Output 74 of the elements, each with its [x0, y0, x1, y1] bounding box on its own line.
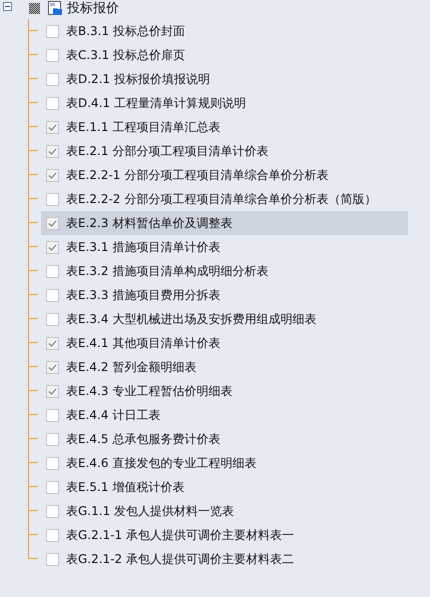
collapse-toggle[interactable]: [3, 2, 12, 11]
checkbox[interactable]: [46, 408, 59, 422]
checkbox[interactable]: [46, 360, 59, 374]
checkbox[interactable]: [46, 336, 59, 350]
checkbox[interactable]: [46, 288, 59, 302]
tree-item-label: 表B.3.1 投标总价封面: [66, 23, 185, 39]
tree-item-label: 表E.4.1 其他项目清单计价表: [66, 335, 220, 351]
tree-item[interactable]: 表E.4.3 专业工程暂估价明细表: [41, 379, 408, 403]
tree-item-label: 表D.4.1 工程量清单计算规则说明: [66, 95, 246, 111]
checkbox[interactable]: [46, 120, 59, 134]
tree-root-label[interactable]: 投标报价: [67, 1, 119, 16]
checkbox[interactable]: [46, 216, 59, 230]
tree-item[interactable]: 表E.1.1 工程项目清单汇总表: [41, 115, 408, 139]
tree-item[interactable]: 表G.1.1 发包人提供材料一览表: [41, 499, 408, 523]
checkbox[interactable]: [46, 384, 59, 398]
tree-item[interactable]: 表E.4.6 直接发包的专业工程明细表: [41, 451, 408, 475]
tree-item-label: 表G.2.1-1 承包人提供可调价主要材料表一: [66, 527, 294, 543]
checkbox[interactable]: [46, 240, 59, 254]
tree-item[interactable]: 表E.3.3 措施项目费用分拆表: [41, 283, 408, 307]
checkbox[interactable]: [46, 96, 59, 110]
tree-item-label: 表E.2.1 分部分项工程项目清单计价表: [66, 143, 268, 159]
checkbox[interactable]: [46, 48, 59, 62]
checkbox[interactable]: [46, 264, 59, 278]
tree-item[interactable]: 表E.3.1 措施项目清单计价表: [41, 235, 408, 259]
checkbox[interactable]: [46, 528, 59, 542]
checkbox[interactable]: [46, 192, 59, 206]
tree-item[interactable]: 表E.4.5 总承包服务费计价表: [41, 427, 408, 451]
report-folder-icon: [47, 0, 63, 16]
tree-item-label: 表E.4.6 直接发包的专业工程明细表: [66, 455, 256, 471]
checkbox[interactable]: [46, 24, 59, 38]
tree-item-label: 表G.2.1-2 承包人提供可调价主要材料表二: [66, 551, 294, 567]
tree-item-label: 表E.3.4 大型机械进出场及安拆费用组成明细表: [66, 311, 316, 327]
tree-item[interactable]: 表E.5.1 增值税计价表: [41, 475, 408, 499]
partial-checkbox[interactable]: [29, 3, 40, 14]
tree-item-label: 表E.1.1 工程项目清单汇总表: [66, 119, 220, 135]
checkbox[interactable]: [46, 72, 59, 86]
tree-item[interactable]: 表E.3.4 大型机械进出场及安拆费用组成明细表: [41, 307, 408, 331]
tree-item[interactable]: 表E.2.3 材料暂估单价及调整表: [41, 211, 408, 235]
tree-item-label: 表D.2.1 投标报价填报说明: [66, 71, 210, 87]
tree-item-label: 表E.4.2 暂列金额明细表: [66, 359, 196, 375]
tree-item[interactable]: 表E.3.2 措施项目清单构成明细分析表: [41, 259, 408, 283]
tree-item-label: 表E.2.3 材料暂估单价及调整表: [66, 215, 232, 231]
tree-item[interactable]: 表B.3.1 投标总价封面: [41, 19, 408, 43]
tree-item-label: 表E.5.1 增值税计价表: [66, 479, 184, 495]
tree-item-label: 表E.4.5 总承包服务费计价表: [66, 431, 220, 447]
tree-item-label: 表E.3.2 措施项目清单构成明细分析表: [66, 263, 268, 279]
tree-item[interactable]: 表E.4.4 计日工表: [41, 403, 408, 427]
tree-item[interactable]: 表E.4.1 其他项目清单计价表: [41, 331, 408, 355]
tree-item[interactable]: 表E.2.1 分部分项工程项目清单计价表: [41, 139, 408, 163]
checkbox[interactable]: [46, 504, 59, 518]
tree-item-label: 表E.3.1 措施项目清单计价表: [66, 239, 220, 255]
checkbox[interactable]: [46, 480, 59, 494]
tree-item-label: 表C.3.1 投标总价扉页: [66, 47, 186, 63]
checkbox[interactable]: [46, 552, 59, 566]
tree-item[interactable]: 表G.2.1-1 承包人提供可调价主要材料表一: [41, 523, 408, 547]
tree-item-label: 表E.2.2-2 分部分项工程项目清单综合单价分析表（简版）: [66, 191, 376, 207]
tree-item-label: 表G.1.1 发包人提供材料一览表: [66, 503, 234, 519]
checkbox[interactable]: [46, 432, 59, 446]
checkbox[interactable]: [46, 456, 59, 470]
checkbox[interactable]: [46, 312, 59, 326]
tree-item[interactable]: 表E.2.2-2 分部分项工程项目清单综合单价分析表（简版）: [41, 187, 408, 211]
tree-item[interactable]: 表C.3.1 投标总价扉页: [41, 43, 408, 67]
checkbox[interactable]: [46, 168, 59, 182]
tree-item-label: 表E.4.3 专业工程暂估价明细表: [66, 383, 232, 399]
tree-item-label: 表E.4.4 计日工表: [66, 407, 160, 423]
tree-item[interactable]: 表D.4.1 工程量清单计算规则说明: [41, 91, 408, 115]
tree-item-label: 表E.2.2-1 分部分项工程项目清单综合单价分析表: [66, 167, 328, 183]
tree-item[interactable]: 表D.2.1 投标报价填报说明: [41, 67, 408, 91]
tree-item[interactable]: 表G.2.1-2 承包人提供可调价主要材料表二: [41, 547, 408, 571]
tree-item[interactable]: 表E.2.2-1 分部分项工程项目清单综合单价分析表: [41, 163, 408, 187]
checkbox[interactable]: [46, 144, 59, 158]
tree-item[interactable]: 表E.4.2 暂列金额明细表: [41, 355, 408, 379]
tree-item-label: 表E.3.3 措施项目费用分拆表: [66, 287, 220, 303]
minus-icon: [3, 2, 12, 11]
